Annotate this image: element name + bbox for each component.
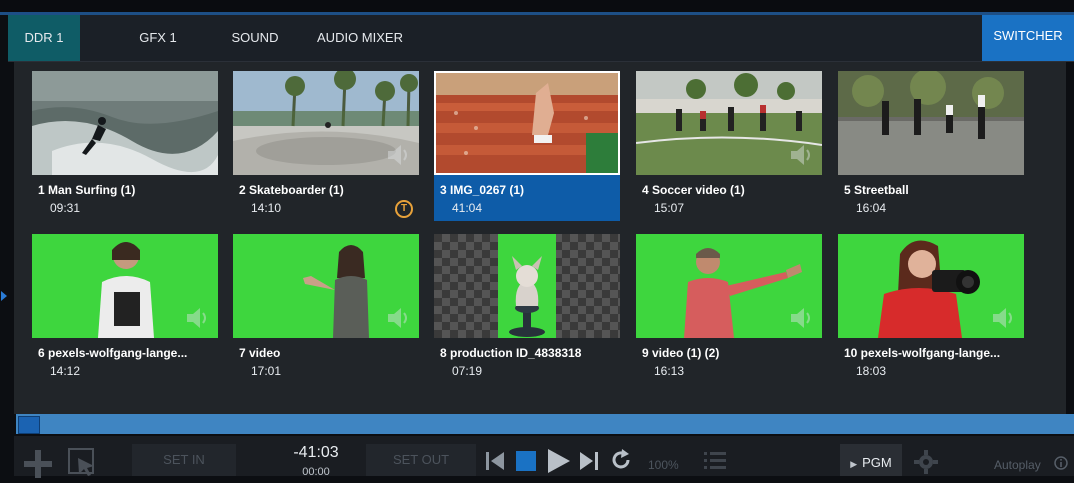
thumbnail-greenscreen-woman-camera <box>838 234 1024 338</box>
clip-title: 4 Soccer video (1) <box>642 183 745 197</box>
tab-sound[interactable]: SOUND <box>220 15 290 61</box>
clip-tile[interactable]: 4 Soccer video (1) 15:07 <box>636 71 822 221</box>
skip-forward-icon[interactable] <box>580 450 598 472</box>
clip-duration: 14:10 <box>251 201 282 215</box>
clip-tile[interactable]: 7 video 17:01 <box>233 234 419 384</box>
clip-tile-selected[interactable]: 3 IMG_0267 (1) 41:04 <box>434 71 620 221</box>
play-icon[interactable] <box>548 449 570 473</box>
select-region-icon[interactable] <box>68 448 98 476</box>
clip-duration: 41:04 <box>452 201 483 215</box>
thumbnail-greenscreen-man-pointing <box>636 234 822 338</box>
clip-duration: 16:04 <box>856 201 887 215</box>
clip-title: 10 pexels-wolfgang-lange... <box>844 346 1001 360</box>
tab-ddr1[interactable]: DDR 1 <box>8 15 80 61</box>
set-out-button[interactable]: SET OUT <box>366 444 476 476</box>
clip-title: 1 Man Surfing (1) <box>38 183 136 197</box>
thumbnail-stadium <box>434 71 620 175</box>
gear-icon[interactable] <box>914 450 938 474</box>
clip-title: 2 Skateboarder (1) <box>239 183 344 197</box>
clip-tile[interactable]: 1 Man Surfing (1) 09:31 <box>32 71 218 221</box>
window-top-strip <box>0 0 1074 15</box>
clip-tile[interactable]: 2 Skateboarder (1) 14:10 T <box>233 71 419 221</box>
clip-duration: 16:13 <box>654 364 685 378</box>
tab-bar: DDR 1 GFX 1 SOUND AUDIO MIXER SWITCHER <box>8 15 1074 62</box>
scrub-bar[interactable] <box>16 414 1074 434</box>
time-remaining: -41:03 <box>293 444 339 461</box>
thumbnail-greenscreen-woman-folder <box>32 234 218 338</box>
clip-tile[interactable]: 9 video (1) (2) 16:13 <box>636 234 822 384</box>
clip-duration: 17:01 <box>251 364 282 378</box>
clip-duration: 15:07 <box>654 201 685 215</box>
speaker-icon <box>791 308 810 328</box>
skip-back-icon[interactable] <box>486 450 504 472</box>
loop-icon[interactable] <box>610 449 632 471</box>
playlist-icon[interactable] <box>704 450 726 472</box>
speaker-icon <box>791 145 810 165</box>
clip-tile[interactable]: 8 production ID_4838318 07:19 <box>434 234 620 384</box>
transition-badge-icon: T <box>395 200 413 218</box>
output-arrow-icon: ▶ <box>850 459 858 469</box>
expand-arrow-icon[interactable] <box>1 291 7 301</box>
clip-title: 6 pexels-wolfgang-lange... <box>38 346 188 360</box>
set-in-button[interactable]: SET IN <box>132 444 236 476</box>
clip-title: 3 IMG_0267 (1) <box>440 183 525 197</box>
add-icon[interactable] <box>24 450 52 478</box>
thumbnail-surfing <box>32 71 218 175</box>
clip-duration: 07:19 <box>452 364 483 378</box>
thumbnail-skatepark <box>233 71 419 175</box>
playhead-handle[interactable] <box>18 416 40 434</box>
clip-title: 7 video <box>239 346 281 360</box>
clip-title: 5 Streetball <box>844 183 909 197</box>
speaker-icon <box>388 145 407 165</box>
thumbnail-greenscreen-woman-presenting <box>233 234 419 338</box>
tab-audio-mixer[interactable]: AUDIO MIXER <box>310 15 410 61</box>
clip-title: 9 video (1) (2) <box>642 346 720 360</box>
info-icon[interactable] <box>1054 456 1068 470</box>
left-edge <box>0 15 8 476</box>
speaker-icon <box>187 308 206 328</box>
clip-duration: 09:31 <box>50 201 81 215</box>
thumbnail-streetball <box>838 71 1024 175</box>
output-label: PGM <box>862 455 892 470</box>
speaker-icon <box>993 308 1012 328</box>
transport-toolbar: SET IN -41:03 00:00 SET OUT 100% ▶ PGM Au… <box>14 436 1074 478</box>
clip-duration: 14:12 <box>50 364 81 378</box>
clip-grid: 1 Man Surfing (1) 09:31 2 Skateboarder (… <box>14 62 1066 414</box>
tab-gfx1[interactable]: GFX 1 <box>126 15 190 61</box>
clip-tile[interactable]: 6 pexels-wolfgang-lange... 14:12 <box>32 234 218 384</box>
thumbnail-dog-transparent <box>434 234 620 338</box>
thumbnail-soccer <box>636 71 822 175</box>
clip-title: 8 production ID_4838318 <box>440 346 582 360</box>
stop-icon[interactable] <box>516 451 536 471</box>
time-elapsed: 00:00 <box>302 466 330 478</box>
output-select-button[interactable]: ▶ PGM <box>840 444 902 476</box>
switcher-button[interactable]: SWITCHER <box>982 15 1074 61</box>
clip-duration: 18:03 <box>856 364 887 378</box>
autoplay-toggle[interactable]: Autoplay <box>994 458 1041 472</box>
clip-tile[interactable]: 5 Streetball 16:04 <box>838 71 1024 221</box>
playback-speed[interactable]: 100% <box>648 458 679 472</box>
clip-tile[interactable]: 10 pexels-wolfgang-lange... 18:03 <box>838 234 1024 384</box>
speaker-icon <box>388 308 407 328</box>
